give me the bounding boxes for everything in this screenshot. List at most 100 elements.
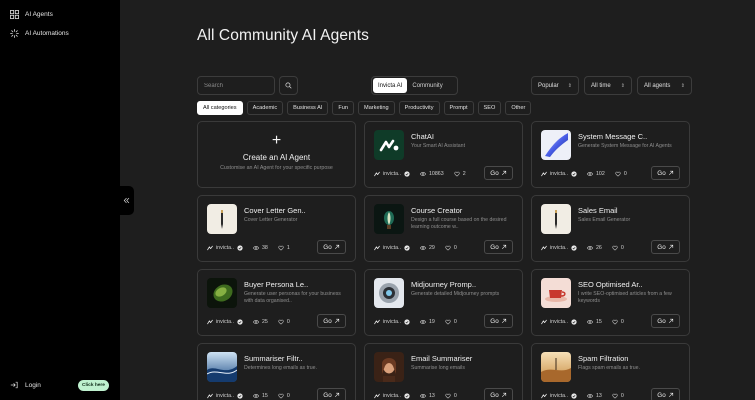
agent-card[interactable]: ChatAI Your Smart AI Assistant invicta.. 10… xyxy=(364,121,523,188)
eye-icon xyxy=(586,394,593,398)
eye-icon xyxy=(252,394,259,398)
sidebar-item-label: AI Agents xyxy=(25,11,53,18)
time-dropdown[interactable]: All time ⇕ xyxy=(584,76,632,95)
agent-stats: invicta.. 25 0 xyxy=(207,319,290,325)
category-business-ai[interactable]: Business AI xyxy=(287,101,329,115)
sort-dropdown[interactable]: Popular ⇕ xyxy=(531,76,579,95)
agent-likes: 1 xyxy=(286,245,290,251)
go-label: Go xyxy=(323,391,332,399)
agent-likes: 0 xyxy=(286,393,290,399)
agent-thumbnail xyxy=(207,278,237,308)
go-button[interactable]: Go xyxy=(317,388,346,400)
agent-thumbnail xyxy=(207,204,237,234)
agent-card[interactable]: Course Creator Design a full course based… xyxy=(364,195,523,262)
agent-card[interactable]: Summariser Filtr.. Determines long emails… xyxy=(197,343,356,400)
agent-stats: invicta.. 102 0 xyxy=(541,171,627,177)
heart-icon xyxy=(445,319,451,325)
arrow-up-right-icon xyxy=(668,244,673,250)
search-input[interactable] xyxy=(197,76,275,95)
go-button[interactable]: Go xyxy=(651,388,680,400)
category-seo[interactable]: SEO xyxy=(477,101,502,115)
agent-stats: invicta.. 15 0 xyxy=(207,393,290,399)
agent-description: Determines long emails as true. xyxy=(244,365,317,371)
go-button[interactable]: Go xyxy=(317,314,346,328)
go-button[interactable]: Go xyxy=(484,166,513,180)
category-prompt[interactable]: Prompt xyxy=(443,101,474,115)
category-all[interactable]: All categories xyxy=(197,101,243,115)
arrow-up-right-icon xyxy=(501,170,506,176)
agent-card[interactable]: Midjourney Promp.. Generate detailed Midj… xyxy=(364,269,523,336)
verified-badge-icon xyxy=(571,393,577,399)
agent-stats: invicta.. 13 0 xyxy=(541,393,624,399)
invicta-logo-icon xyxy=(374,171,380,177)
invicta-logo-icon xyxy=(207,245,213,251)
go-button[interactable]: Go xyxy=(317,240,346,254)
agent-card[interactable]: Cover Letter Gen.. Cover Letter Generator… xyxy=(197,195,356,262)
category-other[interactable]: Other xyxy=(505,101,532,115)
agent-thumbnail xyxy=(374,352,404,382)
category-academic[interactable]: Academic xyxy=(246,101,284,115)
agent-description: Sales Email Generator xyxy=(578,217,631,223)
collapse-sidebar-button[interactable] xyxy=(118,186,134,215)
invicta-logo-icon xyxy=(374,245,380,251)
heart-icon xyxy=(612,393,618,399)
arrow-up-right-icon xyxy=(501,392,506,398)
arrow-up-right-icon xyxy=(668,170,673,176)
heart-icon xyxy=(278,245,284,251)
sort-value: Popular xyxy=(538,82,559,89)
go-button[interactable]: Go xyxy=(484,314,513,328)
category-filters: All categories Academic Business AI Fun … xyxy=(197,101,532,115)
arrow-up-right-icon xyxy=(668,392,673,398)
eye-icon xyxy=(419,394,426,398)
grid-icon xyxy=(10,10,19,19)
agent-stats: invicta.. 10863 2 xyxy=(374,171,466,177)
agent-author: invicta.. xyxy=(383,393,401,399)
go-label: Go xyxy=(657,317,666,325)
category-productivity[interactable]: Productivity xyxy=(398,101,440,115)
agent-stats: invicta.. 15 0 xyxy=(541,319,624,325)
chevron-updown-icon: ⇕ xyxy=(680,82,685,89)
agent-likes: 0 xyxy=(620,319,624,325)
verified-badge-icon xyxy=(404,393,410,399)
agent-name: Cover Letter Gen.. xyxy=(244,206,306,215)
agent-card[interactable]: System Message C.. Generate System Messag… xyxy=(531,121,690,188)
go-button[interactable]: Go xyxy=(484,240,513,254)
agent-description: Design a full course based on the desire… xyxy=(411,217,507,230)
toggle-invicta-ai[interactable]: Invicta AI xyxy=(373,78,408,93)
agent-likes: 2 xyxy=(462,171,466,177)
click-here-button[interactable]: Click here xyxy=(78,380,109,391)
scope-dropdown[interactable]: All agents ⇕ xyxy=(637,76,692,95)
agent-stats: invicta.. 13 0 xyxy=(374,393,457,399)
toggle-community[interactable]: Community xyxy=(407,78,447,93)
create-agent-card[interactable]: + Create an AI Agent Customise an AI Age… xyxy=(197,121,356,188)
category-marketing[interactable]: Marketing xyxy=(358,101,395,115)
eye-icon xyxy=(419,320,426,324)
search-button[interactable] xyxy=(279,76,298,95)
agent-description: Generate user personas for your business… xyxy=(244,291,341,304)
agent-likes: 0 xyxy=(620,393,624,399)
agent-name: Course Creator xyxy=(411,206,463,215)
agent-name: System Message C.. xyxy=(578,132,648,141)
go-button[interactable]: Go xyxy=(651,314,680,328)
go-button[interactable]: Go xyxy=(651,166,680,180)
category-fun[interactable]: Fun xyxy=(332,101,355,115)
agent-description: Your Smart AI Assistant xyxy=(411,143,466,149)
agent-likes: 0 xyxy=(620,245,624,251)
agent-card[interactable]: Sales Email Sales Email Generator invicta.… xyxy=(531,195,690,262)
agent-views: 15 xyxy=(595,319,602,325)
agent-card[interactable]: Spam Filtration Flags spam emails as true… xyxy=(531,343,690,400)
create-agent-subtitle: Customise an AI Agent for your specific … xyxy=(220,165,333,171)
sidebar-item-ai-automations[interactable]: AI Automations xyxy=(10,29,69,38)
agent-thumbnail xyxy=(541,204,571,234)
sidebar-item-ai-agents[interactable]: AI Agents xyxy=(10,10,53,19)
agent-card[interactable]: SEO Optimised Ar.. I write SEO-optimised … xyxy=(531,269,690,336)
go-button[interactable]: Go xyxy=(651,240,680,254)
agent-card[interactable]: Email Summariser Summarise long emails inv… xyxy=(364,343,523,400)
agent-views: 102 xyxy=(595,171,605,177)
go-label: Go xyxy=(490,243,499,251)
go-button[interactable]: Go xyxy=(484,388,513,400)
agent-author: invicta.. xyxy=(550,245,568,251)
agent-card[interactable]: Buyer Persona Le.. Generate user personas… xyxy=(197,269,356,336)
login-link[interactable]: Login xyxy=(10,381,41,389)
agent-thumbnail xyxy=(374,130,404,160)
